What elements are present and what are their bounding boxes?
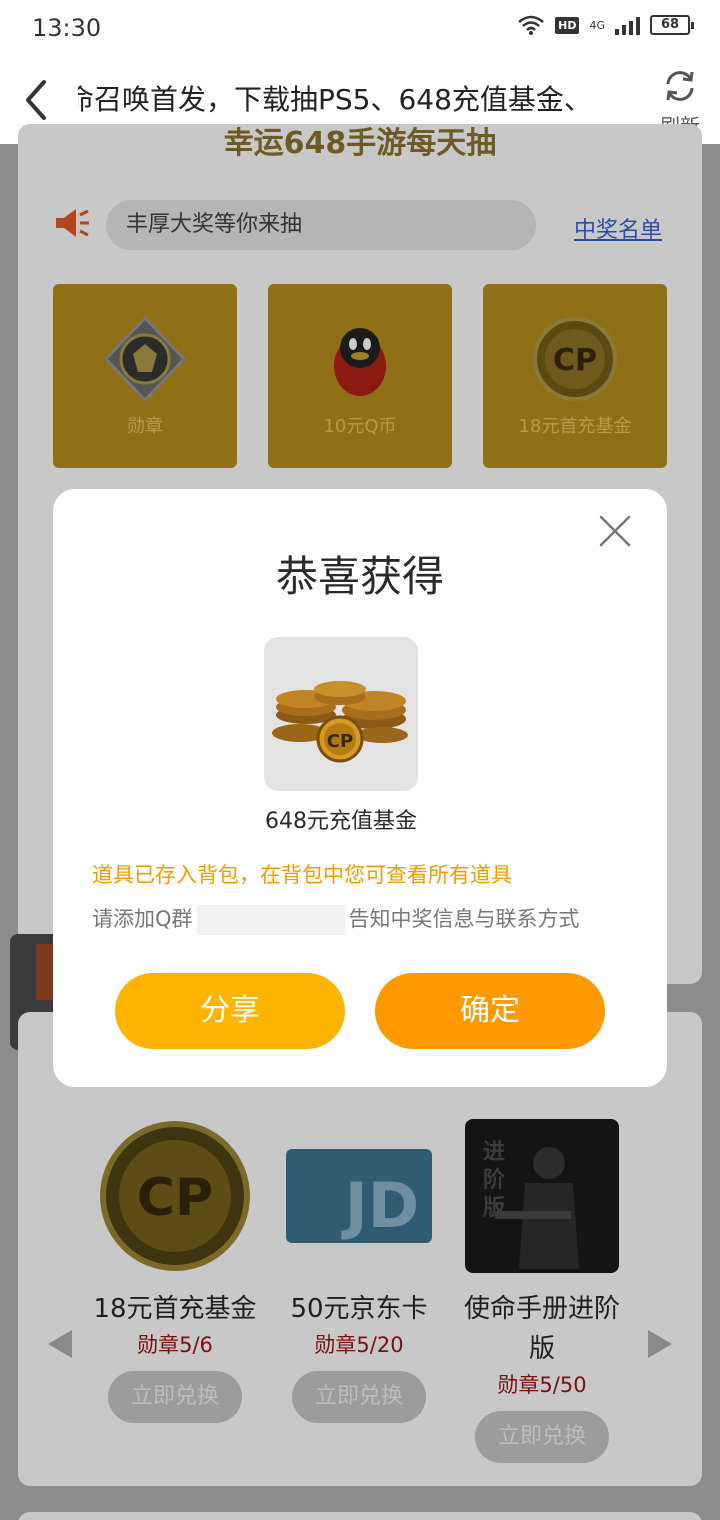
notice-contact-suffix: 告知中奖信息与联系方式 [348, 907, 580, 931]
prize-label: 10元Q币 [323, 416, 397, 437]
prize-tile-fund[interactable]: CP 18元首充基金 [483, 284, 667, 468]
back-arrow-icon [26, 80, 46, 120]
app-screen: 13:30 HD 4G 68 命召唤首发，下载抽PS5、648充值基金、 幸运6… [0, 0, 720, 1520]
share-button[interactable]: 分享 [115, 973, 345, 1049]
shop-item-name: 使命手册进阶版 [463, 1294, 620, 1364]
svg-text:进: 进 [483, 1140, 505, 1165]
shop-item: CP 18元首充基金 勋章5/6 立即兑换 [85, 1119, 265, 1423]
battery-level: 68 [660, 17, 680, 32]
prize-dialog: 恭喜获得 CP 648元充值基金 道具已存入背包，在背包中您可查看所有道具 请添… [53, 489, 667, 1087]
confirm-button[interactable]: 确定 [375, 973, 605, 1049]
prize-name: 648元充值基金 [265, 809, 417, 834]
battery-icon: 68 [650, 15, 694, 35]
network-type: 4G [589, 18, 605, 32]
svg-text:JD: JD [341, 1169, 420, 1242]
redeem-button[interactable]: 立即兑换 [108, 1371, 242, 1423]
soldier-icon: 进 阶 版 [465, 1119, 619, 1273]
redeem-button[interactable]: 立即兑换 [475, 1411, 609, 1463]
jd-card-icon: JD [286, 1149, 432, 1243]
speaker-icon [56, 209, 89, 237]
prize-label: 勋章 [127, 416, 163, 437]
shop-item: 进 阶 版 使命手册进阶版 勋章5/50 立即兑换 [452, 1119, 632, 1463]
shop-item-name: 18元首充基金 [93, 1294, 257, 1324]
hd-badge: HD [555, 16, 580, 34]
prize-label: 18元首充基金 [518, 416, 632, 437]
status-time: 13:30 [32, 14, 102, 42]
svg-text:阶: 阶 [483, 1167, 506, 1193]
wifi-icon [518, 15, 544, 35]
prev-arrow-icon[interactable] [48, 1330, 72, 1358]
cp-coin-icon: CP [533, 317, 617, 401]
medal-icon [103, 315, 187, 403]
lottery-heading: 幸运648手游每天抽 [223, 126, 497, 161]
qq-penguin-icon [334, 328, 386, 396]
status-icons: HD 4G 68 [517, 14, 694, 36]
prize-tile-medal[interactable]: 勋章 [53, 284, 237, 468]
shop-item-price: 勋章5/6 [137, 1333, 213, 1357]
winners-list-link[interactable]: 中奖名单 [574, 212, 662, 244]
notice-contact: 请添加Q群 告知中奖信息与联系方式 [92, 903, 580, 935]
cp-coins-icon: CP [272, 681, 408, 763]
redeem-button[interactable]: 立即兑换 [292, 1371, 426, 1423]
redacted-group-number [196, 905, 345, 935]
cp-coin-icon: CP [100, 1121, 250, 1271]
status-bar: 13:30 HD 4G 68 [0, 0, 720, 56]
signal-icon [615, 15, 640, 35]
dialog-title: 恭喜获得 [275, 552, 444, 601]
svg-text:CP: CP [327, 731, 353, 752]
shop-item-price: 勋章5/50 [497, 1373, 587, 1397]
refresh-icon [666, 71, 694, 101]
notice-saved: 道具已存入背包，在背包中您可查看所有道具 [92, 863, 512, 887]
shop-item: JD 50元京东卡 勋章5/20 立即兑换 [269, 1119, 449, 1423]
svg-text:CP: CP [137, 1168, 213, 1228]
prize-tile-qcoin[interactable]: 10元Q币 [268, 284, 452, 468]
next-arrow-icon[interactable] [648, 1330, 672, 1358]
marquee-text: 丰厚大奖等你来抽 [106, 200, 536, 250]
shop-item-name: 50元京东卡 [290, 1294, 428, 1324]
back-button[interactable] [18, 78, 58, 122]
svg-text:版: 版 [483, 1196, 505, 1221]
bottom-card [18, 1512, 702, 1520]
notice-contact-prefix: 请添加Q群 [92, 907, 193, 931]
svg-text:CP: CP [553, 343, 597, 378]
prize-image: CP [264, 637, 418, 791]
shop-item-price: 勋章5/20 [314, 1333, 404, 1357]
